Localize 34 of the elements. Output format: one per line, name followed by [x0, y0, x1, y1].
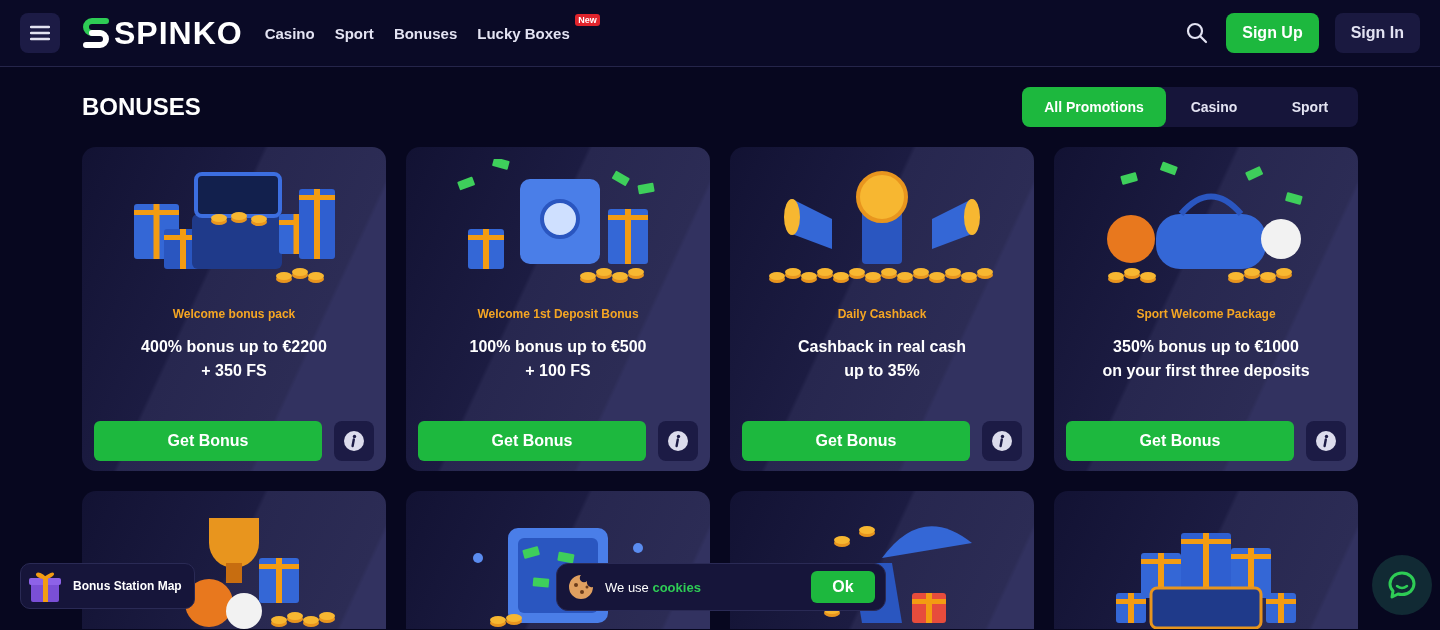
menu-icon [30, 25, 50, 41]
bonus-map-button[interactable]: Bonus Station Map [20, 563, 195, 609]
bonus-category: Welcome 1st Deposit Bonus [476, 307, 640, 321]
info-button[interactable] [658, 421, 698, 461]
info-button[interactable] [1306, 421, 1346, 461]
new-badge: New [575, 13, 600, 26]
cookie-icon [567, 573, 595, 601]
bonus-headline: Cashback in real cash up to 35% [796, 337, 968, 381]
sign-in-button[interactable]: Sign In [1334, 13, 1420, 53]
info-button[interactable] [982, 421, 1022, 461]
bonus-headline: 350% bonus up to €1000 on your first three deposits [1101, 337, 1311, 381]
filter-tab[interactable]: Sport [1262, 87, 1358, 127]
menu-button[interactable] [20, 13, 60, 53]
nav-link[interactable]: Bonuses [393, 24, 458, 42]
bonus-category: Sport Welcome Package [1135, 307, 1277, 321]
chat-icon [1387, 570, 1417, 600]
bonus-category: Welcome bonus pack [171, 307, 297, 321]
info-icon [344, 431, 364, 451]
logo-icon [82, 15, 110, 51]
search-icon[interactable] [1186, 22, 1209, 44]
page-title: BONUSES [82, 93, 201, 121]
chat-button[interactable] [1372, 555, 1432, 615]
info-icon [992, 431, 1012, 451]
filter-tab[interactable]: Casino [1166, 87, 1262, 127]
brand-name: SPINKO [114, 14, 243, 52]
info-icon [668, 431, 688, 451]
bonus-headline: 100% bonus up to €500 + 100 FS [468, 337, 648, 381]
bonus-category: Daily Cashback [836, 307, 928, 321]
info-icon [1316, 431, 1336, 451]
nav-link[interactable]: Sport [334, 24, 374, 42]
cookie-notice: We use cookies [605, 579, 702, 595]
bonus-headline: 400% bonus up to €2200 + 350 FS [140, 337, 328, 381]
info-button[interactable] [334, 421, 374, 461]
nav-link[interactable]: Casino [264, 24, 315, 42]
